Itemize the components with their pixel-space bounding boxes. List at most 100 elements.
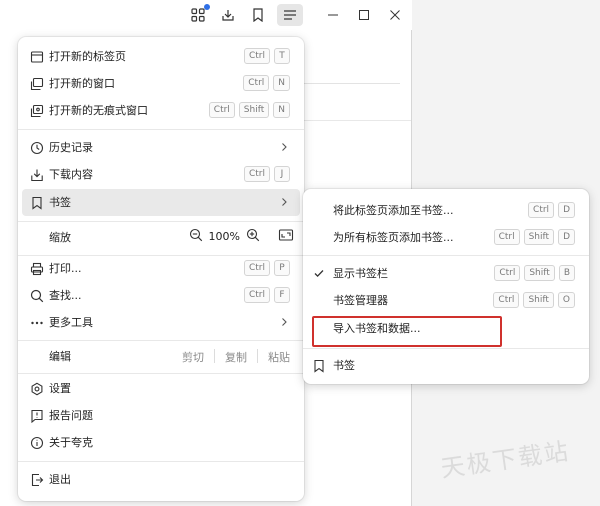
- menu-separator: [303, 255, 589, 256]
- bookmark-icon: [311, 358, 326, 373]
- shortcut-key: D: [558, 229, 575, 245]
- chevron-right-icon: [282, 198, 287, 206]
- submenu-item-show-bookmark-bar[interactable]: 显示书签栏 Ctrl Shift B: [307, 260, 585, 287]
- info-icon: [29, 435, 44, 450]
- chevron-right-icon: [282, 143, 287, 151]
- shortcut-key: Shift: [524, 265, 555, 281]
- notification-dot: [204, 4, 210, 10]
- search-icon: [29, 288, 44, 303]
- shortcut-key: Ctrl: [243, 75, 270, 91]
- menu-item-report[interactable]: 报告问题: [22, 402, 300, 429]
- menu-item-print[interactable]: 打印... Ctrl P: [22, 255, 300, 282]
- zoom-in-icon[interactable]: [246, 228, 260, 245]
- menu-item-label: 书签管理器: [333, 294, 388, 307]
- shortcut-key: Ctrl: [493, 229, 520, 245]
- menu-item-label: 打开新的无痕式窗口: [49, 104, 148, 117]
- menu-item-label: 打开新的窗口: [49, 77, 115, 90]
- menu-item-label: 历史记录: [49, 141, 93, 154]
- menu-item-label: 书签: [333, 359, 355, 372]
- shortcut-key: Shift: [523, 292, 554, 308]
- shortcut-key: Shift: [238, 102, 270, 118]
- menu-item-history[interactable]: 历史记录: [22, 134, 300, 161]
- chevron-right-icon: [282, 318, 287, 326]
- menu-item-new-incognito[interactable]: 打开新的无痕式窗口 Ctrl Shift N: [22, 97, 300, 124]
- shortcut-key: J: [274, 166, 290, 182]
- minimize-icon[interactable]: [322, 4, 344, 26]
- download-icon: [29, 167, 44, 182]
- menu-item-label: 打印...: [49, 262, 82, 275]
- shortcut-key: Ctrl: [243, 287, 270, 303]
- menu-item-label: 编辑: [49, 350, 71, 363]
- browser-toolbar: [0, 0, 412, 30]
- shortcut-key: Ctrl: [494, 265, 521, 281]
- bookmark-icon: [29, 195, 44, 210]
- more-icon: [29, 315, 44, 330]
- menu-item-label: 下载内容: [49, 168, 93, 181]
- menu-separator: [18, 461, 304, 462]
- menu-item-label: 缩放: [49, 231, 71, 244]
- download-icon[interactable]: [216, 4, 240, 26]
- menu-item-new-window[interactable]: 打开新的窗口 Ctrl N: [22, 70, 300, 97]
- shortcut-key: Shift: [523, 229, 555, 245]
- menu-separator: [18, 129, 304, 130]
- shortcut-key: Ctrl: [243, 166, 270, 182]
- menu-item-exit[interactable]: 退出: [22, 466, 300, 493]
- checkmark-icon: [314, 270, 324, 278]
- shortcut-key: Ctrl: [243, 48, 270, 64]
- menu-item-downloads[interactable]: 下载内容 Ctrl J: [22, 161, 300, 188]
- exit-icon: [29, 472, 44, 487]
- bookmarks-submenu: 将此标签页添加至书签... Ctrl D 为所有标签页添加书签... Ctrl Sh…: [303, 189, 589, 384]
- menu-icon[interactable]: [277, 4, 303, 26]
- menu-item-find[interactable]: 查找... Ctrl F: [22, 282, 300, 309]
- shortcut-key: B: [558, 265, 575, 281]
- menu-item-about[interactable]: 关于夸克: [22, 429, 300, 456]
- submenu-item-add-current[interactable]: 将此标签页添加至书签... Ctrl D: [307, 197, 585, 224]
- copy-button[interactable]: 复制: [215, 349, 257, 365]
- menu-item-label: 退出: [49, 473, 71, 486]
- menu-item-label: 关于夸克: [49, 436, 93, 449]
- submenu-item-bookmark-folder[interactable]: 书签: [307, 352, 585, 379]
- menu-item-zoom: 缩放 100%: [22, 224, 300, 251]
- shortcut-key: N: [273, 102, 290, 118]
- menu-item-label: 报告问题: [49, 409, 93, 422]
- shortcut-key: Ctrl: [493, 292, 520, 308]
- shortcut-key: Ctrl: [528, 202, 555, 218]
- menu-item-more-tools[interactable]: 更多工具: [22, 309, 300, 336]
- menu-item-settings[interactable]: 设置: [22, 375, 300, 402]
- maximize-icon[interactable]: [353, 4, 375, 26]
- menu-item-bookmarks[interactable]: 书签: [22, 189, 300, 216]
- close-icon[interactable]: [384, 4, 406, 26]
- shortcut-key: P: [274, 260, 290, 276]
- fullscreen-icon[interactable]: [278, 228, 294, 245]
- cut-button[interactable]: 剪切: [172, 349, 214, 365]
- shortcut-key: N: [273, 75, 290, 91]
- new-tab-icon: [29, 49, 44, 64]
- submenu-item-bookmark-manager[interactable]: 书签管理器 Ctrl Shift O: [307, 287, 585, 314]
- print-icon: [29, 261, 44, 276]
- zoom-out-icon[interactable]: [189, 228, 203, 245]
- menu-item-label: 查找...: [49, 289, 82, 302]
- shortcut-key: D: [558, 202, 575, 218]
- menu-item-label: 打开新的标签页: [49, 50, 126, 63]
- gear-icon: [29, 381, 44, 396]
- report-icon: [29, 408, 44, 423]
- menu-item-label: 将此标签页添加至书签...: [333, 204, 454, 217]
- menu-item-new-tab[interactable]: 打开新的标签页 Ctrl T: [22, 43, 300, 70]
- menu-separator: [18, 340, 304, 341]
- incognito-window-icon: [29, 103, 44, 118]
- zoom-level: 100%: [208, 230, 240, 243]
- divider: [300, 83, 400, 84]
- menu-item-label: 设置: [49, 382, 71, 395]
- menu-item-label: 更多工具: [49, 316, 93, 329]
- history-icon: [29, 140, 44, 155]
- bookmark-icon[interactable]: [246, 4, 270, 26]
- paste-button[interactable]: 粘贴: [258, 349, 290, 365]
- menu-item-edit: 编辑 剪切 复制 粘贴: [22, 343, 300, 370]
- menu-separator: [18, 221, 304, 222]
- menu-separator: [18, 373, 304, 374]
- new-window-icon: [29, 76, 44, 91]
- shortcut-key: Ctrl: [208, 102, 235, 118]
- main-menu: 打开新的标签页 Ctrl T 打开新的窗口 Ctrl N 打开新的无痕式窗口 Ctr…: [18, 37, 304, 501]
- divider: [300, 120, 412, 121]
- submenu-item-add-all[interactable]: 为所有标签页添加书签... Ctrl Shift D: [307, 224, 585, 251]
